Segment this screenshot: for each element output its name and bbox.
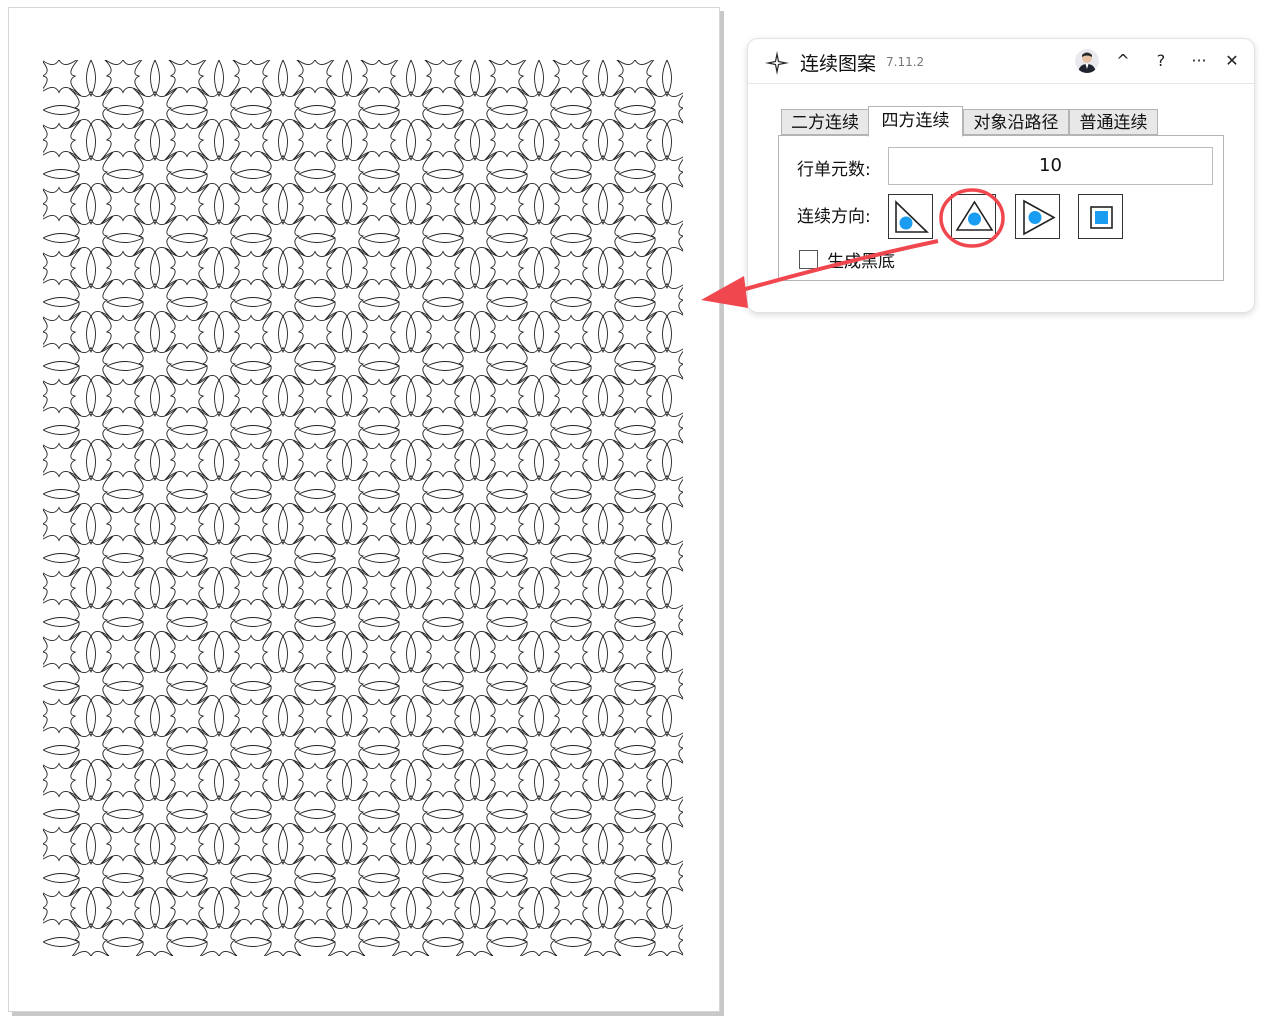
title-separator xyxy=(748,83,1254,84)
up-triangle-icon xyxy=(955,200,994,231)
direction-right-button[interactable] xyxy=(1015,194,1060,239)
tab-two-way[interactable]: 二方连续 xyxy=(781,109,869,135)
user-avatar[interactable] xyxy=(1075,49,1099,73)
black-bg-checkbox[interactable] xyxy=(799,250,818,269)
tab-panel-four-way: 行单元数: 10 连续方向: 生成黑底 xyxy=(778,135,1224,281)
title-bar: 连续图案 7.11.2 ^ ? ··· ✕ xyxy=(748,39,1254,83)
black-bg-label: 生成黑底 xyxy=(827,252,895,272)
row-units-input[interactable]: 10 xyxy=(888,147,1213,185)
right-triangle-icon xyxy=(1023,199,1056,236)
dialog-title: 连续图案 xyxy=(800,53,877,75)
row-units-label: 行单元数: xyxy=(797,160,871,180)
tab-along-path[interactable]: 对象沿路径 xyxy=(963,109,1069,135)
direction-label: 连续方向: xyxy=(797,207,871,227)
direction-diagonal-button[interactable] xyxy=(888,194,933,239)
close-icon[interactable]: ✕ xyxy=(1219,47,1245,75)
continuous-pattern-dialog: 连续图案 7.11.2 ^ ? ··· ✕ 二方连续 四方连续 对象沿路径 普通… xyxy=(748,39,1254,312)
caret-up-icon[interactable]: ^ xyxy=(1110,47,1136,75)
sparkle-icon xyxy=(764,50,790,76)
direction-center-button[interactable] xyxy=(1078,194,1123,239)
diagonal-triangle-icon xyxy=(895,200,929,233)
document-page xyxy=(8,7,720,1012)
tab-normal[interactable]: 普通连续 xyxy=(1069,109,1158,135)
direction-up-button[interactable] xyxy=(951,194,996,239)
pattern-canvas xyxy=(43,60,683,956)
center-square-icon xyxy=(1090,206,1113,229)
tab-four-way[interactable]: 四方连续 xyxy=(868,106,963,137)
tiled-pattern-path xyxy=(43,60,683,956)
ellipsis-icon[interactable]: ··· xyxy=(1186,47,1212,75)
version-label: 7.11.2 xyxy=(886,55,925,69)
question-icon[interactable]: ? xyxy=(1148,47,1174,75)
